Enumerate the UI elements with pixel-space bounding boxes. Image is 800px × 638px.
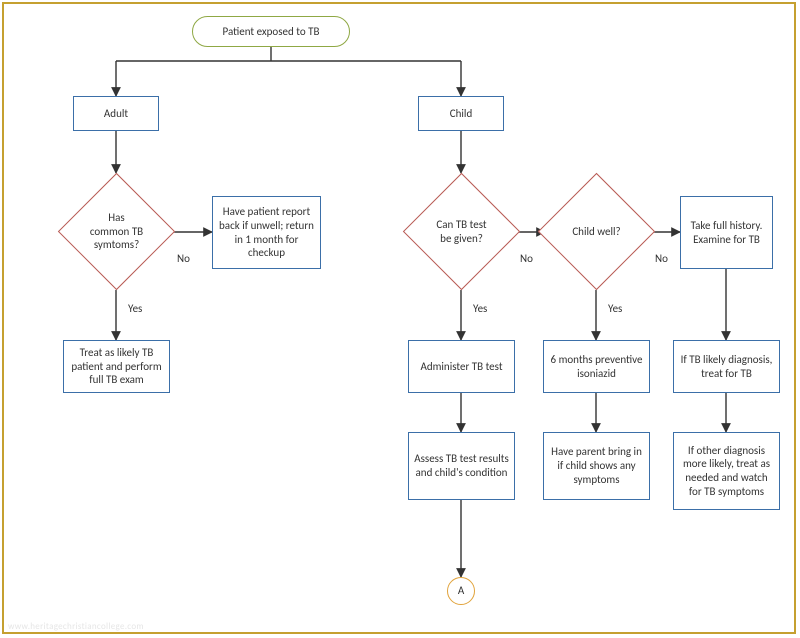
node-label: Assess TB test results and child's condi… — [413, 452, 510, 480]
process-parent-bring: Have parent bring in if child shows any … — [543, 432, 650, 500]
decision-symptoms: Has common TB symtoms? — [75, 190, 158, 273]
terminator-start: Patient exposed to TB — [192, 16, 350, 47]
edge-label-no: No — [177, 252, 190, 265]
watermark: www.heritagechristiancollege.com — [8, 621, 144, 632]
node-label: Have parent bring in if child shows any … — [548, 445, 645, 486]
process-isoniazid: 6 months preventive isoniazid — [543, 340, 650, 393]
node-label: Patient exposed to TB — [223, 25, 320, 39]
edge-label-yes: Yes — [473, 302, 487, 315]
process-treat-adult: Treat as likely TB patient and perform f… — [63, 340, 170, 393]
node-label: Adult — [104, 107, 128, 121]
process-tb-likely: If TB likely diagnosis, treat for TB — [673, 340, 780, 393]
process-report-back: Have patient report back if unwell; retu… — [212, 196, 321, 269]
edge-label-yes: Yes — [608, 302, 622, 315]
node-label: Have patient report back if unwell; retu… — [217, 205, 316, 260]
node-label: Child — [450, 107, 472, 121]
connector-a: A — [447, 577, 475, 605]
node-label: Child well? — [572, 225, 620, 239]
node-label: If TB likely diagnosis, treat for TB — [678, 353, 775, 381]
edge-label-no: No — [655, 252, 668, 265]
node-label: Treat as likely TB patient and perform f… — [68, 346, 165, 387]
node-label: A — [458, 584, 464, 598]
process-full-history: Take full history. Examine for TB — [680, 196, 773, 269]
process-child: Child — [418, 96, 504, 131]
node-label: Administer TB test — [420, 360, 502, 374]
decision-tb-test: Can TB test be given? — [420, 190, 503, 273]
edge-label-no: No — [520, 252, 533, 265]
node-label: Has common TB symtoms? — [89, 211, 144, 252]
node-label: 6 months preventive isoniazid — [548, 353, 645, 381]
process-other-diagnosis: If other diagnosis more likely, treat as… — [673, 432, 780, 510]
decision-child-well: Child well? — [555, 190, 638, 273]
process-administer-test: Administer TB test — [408, 340, 515, 393]
process-assess-results: Assess TB test results and child's condi… — [408, 432, 515, 500]
node-label: Can TB test be given? — [434, 218, 489, 246]
node-label: If other diagnosis more likely, treat as… — [678, 444, 775, 499]
edge-label-yes: Yes — [128, 302, 142, 315]
process-adult: Adult — [73, 96, 159, 131]
node-label: Take full history. Examine for TB — [685, 219, 768, 247]
